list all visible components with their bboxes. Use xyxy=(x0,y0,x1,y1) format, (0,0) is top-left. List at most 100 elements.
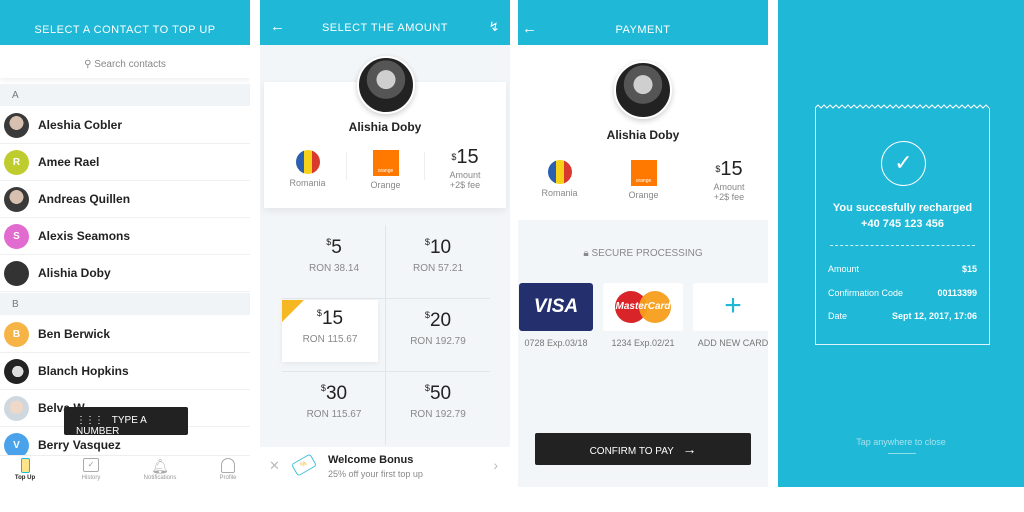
contacts-screen: SELECT A CONTACT TO TOP UP ⚲ Search cont… xyxy=(0,0,250,487)
operator-label: Orange xyxy=(370,180,401,190)
visa-card[interactable]: VISA xyxy=(519,283,593,331)
row-value: 00113399 xyxy=(937,288,977,298)
option-value: 50 xyxy=(429,383,452,404)
option-ron: RON 192.79 xyxy=(410,409,466,420)
country: Romania xyxy=(532,160,587,198)
option-ron: RON 115.67 xyxy=(302,334,358,345)
welcome-bonus-banner[interactable]: ✕ % Welcome Bonus 25% off your first top… xyxy=(260,447,510,487)
page-title: PAYMENT xyxy=(615,24,671,36)
check-circle-icon: ✓ xyxy=(881,141,926,186)
dashed-divider xyxy=(830,245,975,246)
close-hint[interactable]: Tap anywhere to close xyxy=(778,437,1024,447)
divider xyxy=(424,152,425,180)
amount-option[interactable]: $10 RON 57.21 xyxy=(386,225,490,298)
section-header: A xyxy=(0,84,250,106)
add-card-label: ADD NEW CARD xyxy=(697,338,768,348)
type-number-button[interactable]: ⋮⋮⋮ TYPE A NUMBER xyxy=(64,407,188,437)
row-label: Amount xyxy=(828,264,860,274)
mastercard-text: MasterCard xyxy=(615,301,671,312)
contact-row[interactable]: Aleshia Cobler xyxy=(0,107,250,144)
close-icon[interactable]: ✕ xyxy=(269,458,280,474)
operator: orange Orange xyxy=(616,160,671,200)
success-message: You succesfully recharged xyxy=(832,202,973,214)
amount-option-selected[interactable]: $15 RON 115.67 xyxy=(282,300,378,362)
amount-value: 15 xyxy=(720,158,743,180)
fee-label: +2$ fee xyxy=(713,192,745,202)
contact-name: Alishia Doby xyxy=(38,266,111,280)
amount-option[interactable]: $20 RON 192.79 xyxy=(386,298,490,371)
bottom-nav: Top Up ✓ History 🔔︎ Notifications Profile xyxy=(0,455,250,487)
contact-row[interactable]: Alishia Doby xyxy=(0,255,250,292)
section-header: B xyxy=(0,293,250,315)
search-icon: ⚲ xyxy=(84,59,92,70)
amount-option[interactable]: $30 RON 115.67 xyxy=(282,371,386,444)
nav-history[interactable]: ✓ History xyxy=(66,458,116,481)
amount-option[interactable]: $50 RON 192.79 xyxy=(386,371,490,444)
bell-icon: 🔔︎ xyxy=(151,458,169,474)
option-value: 15 xyxy=(321,308,344,329)
operator: orange Orange xyxy=(358,150,413,190)
phone-topup-icon xyxy=(20,458,30,473)
option-ron: RON 57.21 xyxy=(412,263,464,274)
contact-name: Alishia Doby xyxy=(348,120,422,134)
mastercard-card[interactable]: MasterCard xyxy=(603,283,683,331)
fee-label: +2$ fee xyxy=(449,180,481,190)
avatar xyxy=(357,56,415,114)
contact-row[interactable]: R Amee Rael xyxy=(0,144,250,181)
contact-row[interactable]: S Alexis Seamons xyxy=(0,218,250,255)
amount-option[interactable]: $5 RON 38.14 xyxy=(282,225,386,298)
avatar xyxy=(4,187,29,212)
avatar xyxy=(614,61,672,119)
page-title: SELECT A CONTACT TO TOP UP xyxy=(34,24,216,36)
receipt: ✓ You succesfully recharged +40 745 123 … xyxy=(815,104,990,345)
bonus-text: 25% off your first top up xyxy=(328,469,423,479)
contact-name: Ben Berwick xyxy=(38,327,111,341)
country-label: Romania xyxy=(289,178,326,188)
card-label: 1234 Exp.02/21 xyxy=(611,338,675,348)
option-value: 30 xyxy=(325,383,348,404)
contact-name: Blanch Hopkins xyxy=(38,364,129,378)
avatar xyxy=(4,396,29,421)
add-card-button[interactable]: + xyxy=(693,283,768,331)
confirm-pay-button[interactable]: CONFIRM TO PAY → xyxy=(535,433,751,465)
amount-summary: $15 Amount +2$ fee xyxy=(704,158,754,202)
plus-icon: + xyxy=(724,289,742,322)
nav-notifications[interactable]: 🔔︎ Notifications xyxy=(135,458,185,481)
contact-name: Alexis Seamons xyxy=(38,229,131,243)
select-amount-screen: ← SELECT THE AMOUNT ↯ Alishia Doby Roman… xyxy=(260,0,510,487)
lightning-icon[interactable]: ↯ xyxy=(489,19,500,35)
nav-label: Notifications xyxy=(143,475,177,481)
country: Romania xyxy=(280,150,335,188)
contact-name: Amee Rael xyxy=(38,155,100,169)
contact-name: Alishia Doby xyxy=(606,128,680,142)
contact-row[interactable]: Blanch Hopkins xyxy=(0,353,250,390)
calendar-icon: ✓ xyxy=(83,458,99,472)
contact-name: Aleshia Cobler xyxy=(38,118,123,132)
search-input[interactable]: ⚲ Search contacts xyxy=(0,50,250,78)
confirm-label: CONFIRM TO PAY xyxy=(589,446,674,457)
nav-profile[interactable]: Profile xyxy=(203,458,250,481)
nav-label: Profile xyxy=(219,475,237,481)
tag-icon: % xyxy=(290,453,318,477)
home-indicator xyxy=(888,453,916,454)
option-value: 20 xyxy=(429,310,452,331)
operator-label: Orange xyxy=(628,190,659,200)
amount-grid: $5 RON 38.14 $10 RON 57.21 $15 RON 115.67 $… xyxy=(282,225,490,445)
nav-label: History xyxy=(81,475,101,481)
divider xyxy=(346,152,347,180)
orange-logo: orange xyxy=(372,150,399,176)
bonus-title: Welcome Bonus xyxy=(328,454,414,466)
nav-top-up[interactable]: Top Up xyxy=(0,458,50,481)
romania-flag-icon xyxy=(547,160,572,184)
contact-row[interactable]: Andreas Quillen xyxy=(0,181,250,218)
page-title: SELECT THE AMOUNT xyxy=(321,22,449,34)
header: SELECT A CONTACT TO TOP UP xyxy=(0,0,250,45)
keypad-icon: ⋮⋮⋮ xyxy=(76,415,104,426)
card-label: 0728 Exp.03/18 xyxy=(524,338,588,348)
user-icon xyxy=(221,458,235,473)
option-ron: RON 192.79 xyxy=(410,336,466,347)
contact-row[interactable]: B Ben Berwick xyxy=(0,316,250,353)
amount-summary: $15 Amount +2$ fee xyxy=(440,146,490,190)
success-screen[interactable]: ✓ You succesfully recharged +40 745 123 … xyxy=(778,0,1024,487)
avatar xyxy=(4,359,29,384)
